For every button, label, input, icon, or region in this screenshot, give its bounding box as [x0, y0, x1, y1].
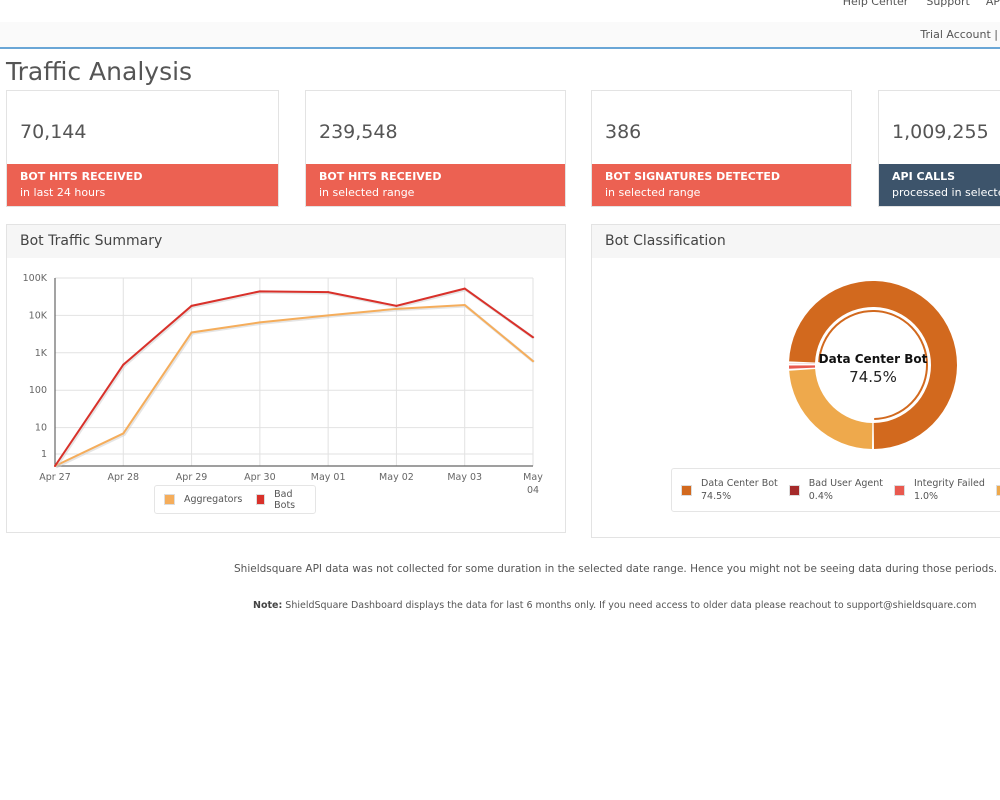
data-point[interactable] — [54, 465, 56, 467]
stat-band: API CALLS processed in selected — [879, 164, 1000, 206]
stat-value: 239,548 — [319, 121, 398, 143]
account-label[interactable]: Trial Account | — [920, 28, 998, 41]
legend-item-bad-user-agent[interactable]: Bad User Agent 0.4% — [788, 477, 883, 503]
note-label: Note: — [253, 600, 283, 611]
legend-swatch — [893, 484, 905, 496]
legend-label: Data Center Bot — [701, 478, 778, 489]
x-tick-label: 04 — [527, 485, 539, 496]
data-point[interactable] — [463, 287, 466, 290]
legend-text: Bad User Agent 0.4% — [809, 477, 883, 503]
data-point[interactable] — [258, 290, 261, 293]
top-nav: Help Center Support AP — [843, 0, 1000, 9]
data-point[interactable] — [190, 331, 193, 334]
stat-subtitle: in selected range — [319, 186, 415, 199]
x-tick-label: Apr 30 — [244, 472, 276, 483]
series-shadow — [55, 304, 535, 469]
data-point[interactable] — [327, 291, 330, 294]
legend-text: Integrity Failed 1.0% — [914, 477, 985, 503]
legend-swatch — [681, 484, 692, 496]
stat-subtitle: processed in selected — [892, 186, 1000, 199]
legend-item-integrity-failed[interactable]: Integrity Failed 1.0% — [893, 477, 985, 503]
data-point[interactable] — [327, 314, 330, 317]
data-point[interactable] — [190, 304, 193, 307]
legend-value: 1.0% — [913, 491, 939, 502]
legend-label: Bad User Agent — [808, 478, 883, 489]
x-tick-label: May 01 — [311, 472, 346, 483]
x-tick-label: Apr 29 — [176, 472, 208, 483]
data-point[interactable] — [395, 304, 398, 307]
y-tick-label: 1K — [35, 348, 48, 359]
stat-card-bot-signatures: 386 BOT SIGNATURES DETECTED in selected … — [591, 90, 852, 207]
stat-card-bot-hits-24h: 70,144 BOT HITS RECEIVED in last 24 hour… — [6, 90, 279, 207]
bot-classification-panel: Bot Classification Data Center Bot 74.5% … — [591, 224, 1000, 538]
bot-classification-donut-chart: Data Center Bot 74.5% — [789, 281, 957, 449]
stat-value: 386 — [605, 121, 642, 143]
legend-item-a[interactable]: A2 — [995, 477, 1000, 503]
panel-title: Bot Traffic Summary — [7, 225, 565, 258]
legend-label: Bad Bots — [274, 488, 296, 511]
api-link[interactable]: AP — [986, 0, 1000, 9]
legend-label: Aggregators — [184, 494, 243, 505]
data-point[interactable] — [122, 363, 125, 366]
stat-value: 70,144 — [20, 121, 87, 143]
page-title: Traffic Analysis — [6, 57, 193, 86]
data-point[interactable] — [463, 303, 466, 306]
stat-band: BOT SIGNATURES DETECTED in selected rang… — [592, 164, 851, 206]
x-tick-label: May 02 — [379, 472, 414, 483]
stat-band: BOT HITS RECEIVED in selected range — [306, 164, 565, 206]
stat-title: BOT SIGNATURES DETECTED — [605, 170, 781, 183]
donut-center-label: Data Center Bot — [819, 352, 928, 366]
data-point[interactable] — [258, 321, 261, 324]
stat-title: API CALLS — [892, 170, 956, 183]
stat-subtitle: in last 24 hours — [20, 186, 106, 199]
bot-traffic-summary-panel: Bot Traffic Summary 100K 10K 1K 100 10 1 Apr 2… — [6, 224, 566, 533]
legend-item-bad-bots[interactable]: Bad Bots — [256, 489, 306, 511]
stat-value: 1,009,255 — [892, 121, 989, 143]
series-shadow — [54, 287, 535, 468]
legend-text: Data Center Bot 74.5% — [701, 477, 778, 503]
stat-card-api-calls: 1,009,255 API CALLS processed in selecte… — [878, 90, 1000, 207]
legend-swatch — [788, 484, 800, 496]
stat-band: BOT HITS RECEIVED in last 24 hours — [7, 164, 278, 206]
y-tick-label: 1 — [41, 449, 47, 460]
donut-legend: Data Center Bot 74.5% Bad User Agent 0.4% In… — [671, 468, 1000, 512]
data-collection-notice: Shieldsquare API data was not collected … — [234, 563, 998, 575]
help-center-link[interactable]: Help Center — [843, 0, 909, 9]
legend-item-aggregators[interactable]: Aggregators — [164, 494, 242, 505]
support-link[interactable]: Support — [926, 0, 969, 9]
stat-card-bot-hits-range: 239,548 BOT HITS RECEIVED in selected ra… — [305, 90, 566, 207]
y-tick-label: 100K — [23, 273, 48, 284]
stat-subtitle: in selected range — [605, 186, 701, 199]
legend-value: 74.5% — [701, 491, 732, 502]
x-tick-label: Apr 28 — [108, 472, 140, 483]
series-line-aggregators[interactable] — [54, 303, 534, 467]
data-point[interactable] — [122, 432, 125, 435]
retention-note: Note: ShieldSquare Dashboard displays th… — [253, 600, 976, 611]
line-chart-legend: Aggregators Bad Bots — [154, 485, 316, 514]
legend-swatch — [164, 494, 175, 505]
sub-header-bar: Trial Account | — [0, 22, 1000, 49]
donut-center-value: 74.5% — [849, 368, 897, 386]
y-tick-label: 100 — [29, 385, 47, 396]
y-tick-label: 10 — [35, 423, 47, 434]
stat-title: BOT HITS RECEIVED — [319, 170, 442, 183]
x-tick-label: Apr 27 — [39, 472, 71, 483]
note-text: ShieldSquare Dashboard displays the data… — [282, 600, 977, 611]
data-point[interactable] — [532, 360, 534, 363]
legend-label: Integrity Failed — [913, 478, 985, 489]
stat-title: BOT HITS RECEIVED — [20, 170, 143, 183]
donut-slice-bad-user-agent[interactable] — [789, 363, 816, 364]
x-tick-label: May — [523, 472, 543, 483]
legend-swatch — [995, 484, 1000, 496]
y-tick-label: 10K — [29, 310, 48, 321]
legend-item-data-center-bot[interactable]: Data Center Bot 74.5% — [681, 477, 778, 503]
legend-value: 0.4% — [808, 491, 833, 502]
panel-title: Bot Classification — [592, 225, 1000, 258]
legend-swatch — [256, 494, 266, 505]
data-point[interactable] — [532, 336, 534, 339]
x-tick-label: May 03 — [447, 472, 482, 483]
donut-slice-integrity-failed[interactable] — [789, 365, 816, 369]
